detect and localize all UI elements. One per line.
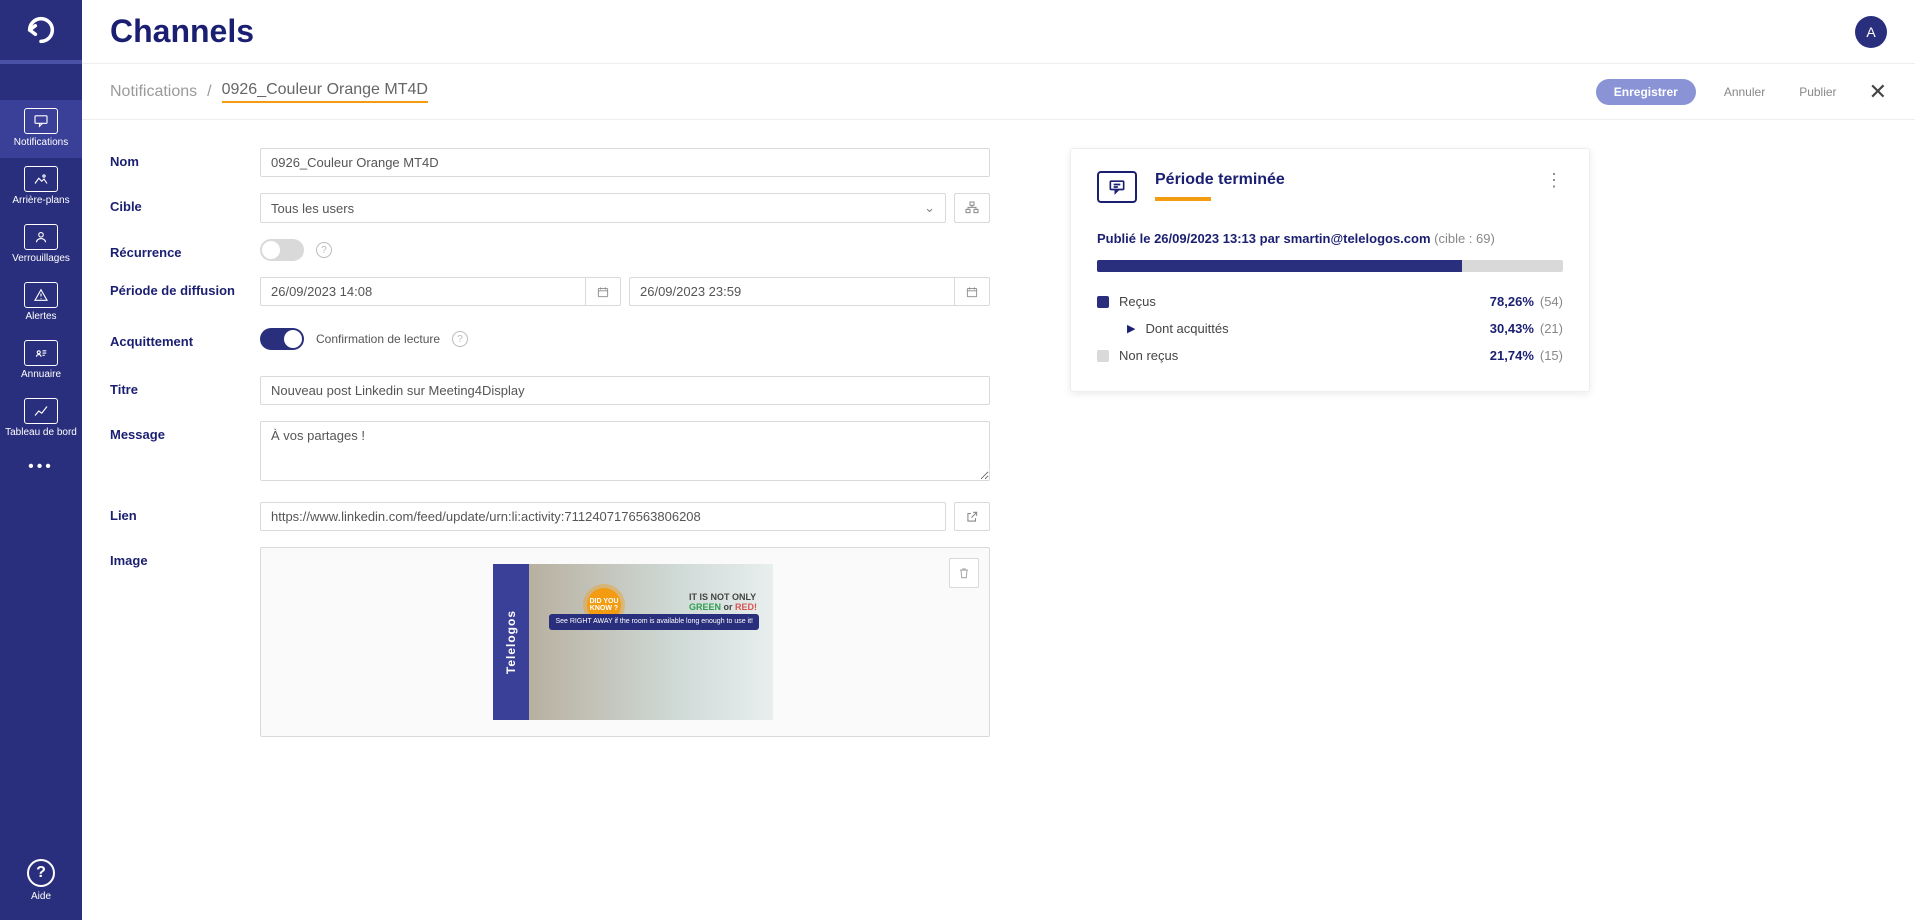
published-line: Publié le 26/09/2023 13:13 par smartin@t… bbox=[1097, 231, 1563, 246]
status-title: Période terminée bbox=[1155, 171, 1285, 189]
sidebar-help-label: Aide bbox=[31, 891, 51, 902]
notification-icon bbox=[1097, 171, 1137, 203]
breadcrumb-root[interactable]: Notifications bbox=[110, 83, 197, 101]
ack-description: Confirmation de lecture bbox=[316, 332, 440, 346]
label-recurrence: Récurrence bbox=[110, 239, 260, 260]
avatar[interactable]: A bbox=[1855, 16, 1887, 48]
title-underline bbox=[1155, 197, 1211, 201]
content: Nom Cible Tous les users ⌄ Récurrence bbox=[82, 120, 1915, 920]
open-link-button[interactable] bbox=[954, 502, 990, 531]
label-image: Image bbox=[110, 547, 260, 568]
sidebar-item-label: Alertes bbox=[25, 312, 56, 322]
sidebar-item-label: Tableau de bord bbox=[5, 428, 77, 438]
sidebar-item-label: Verrouillages bbox=[12, 254, 70, 264]
label-title: Titre bbox=[110, 376, 260, 397]
user-icon bbox=[24, 224, 58, 250]
progress-bar bbox=[1097, 260, 1563, 272]
stat-not-received: Non reçus 21,74% (15) bbox=[1097, 342, 1563, 369]
stats-list: Reçus 78,26% (54) ▶ Dont acquittés 30,43… bbox=[1097, 288, 1563, 369]
sidebar-more[interactable]: ••• bbox=[28, 458, 54, 476]
target-picker-button[interactable] bbox=[954, 193, 990, 223]
label-link: Lien bbox=[110, 502, 260, 523]
sidebar-item-directory[interactable]: Annuaire bbox=[0, 332, 82, 390]
app-logo[interactable] bbox=[0, 0, 82, 64]
sidebar-help[interactable]: ? Aide bbox=[27, 859, 55, 902]
sidebar-item-label: Notifications bbox=[14, 138, 68, 148]
preview-brand: Telelogos bbox=[504, 610, 518, 674]
external-link-icon bbox=[965, 510, 979, 524]
topbar: Channels A bbox=[82, 0, 1915, 64]
sidebar: Notifications Arrière-plans Verrouillage… bbox=[0, 0, 82, 920]
help-icon[interactable]: ? bbox=[316, 242, 332, 258]
image-icon bbox=[24, 166, 58, 192]
chevron-down-icon: ⌄ bbox=[924, 200, 935, 216]
period-end-input[interactable] bbox=[629, 277, 954, 306]
chat-icon bbox=[24, 108, 58, 134]
sidebar-item-locks[interactable]: Verrouillages bbox=[0, 216, 82, 274]
sidebar-item-backgrounds[interactable]: Arrière-plans bbox=[0, 158, 82, 216]
card-menu-icon[interactable]: ⋮ bbox=[1545, 171, 1563, 189]
label-target: Cible bbox=[110, 193, 260, 214]
image-preview: Telelogos DID YOU KNOW ? IT IS NOT ONLY … bbox=[493, 564, 773, 720]
chart-icon bbox=[24, 398, 58, 424]
calendar-icon[interactable] bbox=[585, 277, 621, 306]
image-dropzone[interactable]: Telelogos DID YOU KNOW ? IT IS NOT ONLY … bbox=[260, 547, 990, 737]
alert-icon bbox=[24, 282, 58, 308]
preview-headline: IT IS NOT ONLY GREEN or RED! bbox=[689, 592, 757, 612]
label-name: Nom bbox=[110, 148, 260, 169]
trash-icon bbox=[957, 566, 971, 580]
id-card-icon bbox=[24, 340, 58, 366]
message-textarea[interactable]: À vos partages ! bbox=[260, 421, 990, 481]
label-ack: Acquittement bbox=[110, 328, 260, 349]
calendar-icon[interactable] bbox=[954, 277, 990, 306]
breadcrumb-separator: / bbox=[207, 83, 211, 101]
stat-received: Reçus 78,26% (54) bbox=[1097, 288, 1563, 315]
target-value: Tous les users bbox=[271, 201, 354, 216]
stat-acknowledged[interactable]: ▶ Dont acquittés 30,43% (21) bbox=[1097, 315, 1563, 342]
sidebar-nav: Notifications Arrière-plans Verrouillage… bbox=[0, 100, 82, 476]
sidebar-item-label: Annuaire bbox=[21, 370, 61, 380]
form: Nom Cible Tous les users ⌄ Récurrence bbox=[110, 148, 990, 920]
target-select[interactable]: Tous les users ⌄ bbox=[260, 193, 946, 223]
recurrence-toggle[interactable] bbox=[260, 239, 304, 261]
period-start-input[interactable] bbox=[260, 277, 585, 306]
logo-icon bbox=[24, 13, 58, 47]
status-card: Période terminée ⋮ Publié le 26/09/2023 … bbox=[1070, 148, 1590, 392]
status-panel: Période terminée ⋮ Publié le 26/09/2023 … bbox=[1070, 148, 1590, 920]
close-icon[interactable]: ✕ bbox=[1869, 79, 1887, 105]
page-title: Channels bbox=[110, 13, 254, 50]
sidebar-item-label: Arrière-plans bbox=[12, 196, 69, 206]
label-message: Message bbox=[110, 421, 260, 442]
name-input[interactable] bbox=[260, 148, 990, 177]
preview-note: See RIGHT AWAY if the room is available … bbox=[549, 614, 759, 630]
link-input[interactable] bbox=[260, 502, 946, 531]
breadcrumb-row: Notifications / 0926_Couleur Orange MT4D… bbox=[82, 64, 1915, 120]
label-period: Période de diffusion bbox=[110, 277, 260, 298]
breadcrumb-current: 0926_Couleur Orange MT4D bbox=[222, 81, 428, 103]
header-actions: Enregistrer Annuler Publier ✕ bbox=[1596, 79, 1887, 105]
help-icon[interactable]: ? bbox=[452, 331, 468, 347]
help-icon: ? bbox=[27, 859, 55, 887]
sidebar-item-alerts[interactable]: Alertes bbox=[0, 274, 82, 332]
save-button[interactable]: Enregistrer bbox=[1596, 79, 1696, 105]
ack-toggle[interactable] bbox=[260, 328, 304, 350]
title-input[interactable] bbox=[260, 376, 990, 405]
sidebar-item-notifications[interactable]: Notifications bbox=[0, 100, 82, 158]
cancel-button[interactable]: Annuler bbox=[1718, 84, 1771, 100]
publish-button[interactable]: Publier bbox=[1793, 84, 1842, 100]
remove-image-button[interactable] bbox=[949, 558, 979, 588]
sidebar-item-dashboard[interactable]: Tableau de bord bbox=[0, 390, 82, 448]
org-icon bbox=[964, 200, 980, 216]
caret-right-icon: ▶ bbox=[1127, 322, 1135, 335]
